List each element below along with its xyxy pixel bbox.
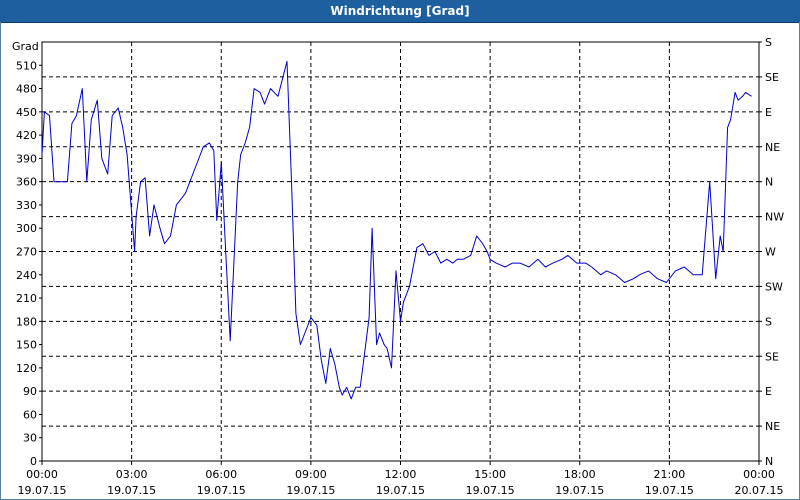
y-tick-label: 60 <box>23 408 37 421</box>
x-tick-time: 06:00 <box>205 468 237 481</box>
direction-tick-labels: N NE E SE S SW W NW N NE E SE S <box>759 36 784 468</box>
direction-tick-label: SE <box>765 71 779 84</box>
x-tick-date: 19.07.15 <box>18 484 67 497</box>
y-tick-label: 180 <box>16 315 37 328</box>
y-tick-labels: 0 30 60 90 120 150 180 210 240 270 300 330 360 390 420… <box>16 59 42 468</box>
direction-tick-label: S <box>765 315 772 328</box>
y-tick-label: 0 <box>30 455 37 468</box>
y-tick-label: 300 <box>16 222 37 235</box>
x-tick-date: 19.07.15 <box>107 484 156 497</box>
x-tick-date: 19.07.15 <box>376 484 425 497</box>
x-tick-time: 12:00 <box>385 468 417 481</box>
direction-tick-label: N <box>765 455 773 468</box>
y-tick-label: 480 <box>16 83 37 96</box>
direction-tick-label: NE <box>765 420 780 433</box>
y-axis-label: Grad <box>12 40 39 53</box>
y-tick-label: 390 <box>16 152 37 165</box>
x-tick-date: 19.07.15 <box>286 484 335 497</box>
direction-tick-label: E <box>765 106 772 119</box>
x-tick-date: 19.07.15 <box>197 484 246 497</box>
y-tick-label: 450 <box>16 106 37 119</box>
x-tick-time: 03:00 <box>116 468 148 481</box>
direction-tick-label: SW <box>765 280 783 293</box>
x-tick-date: 19.07.15 <box>555 484 604 497</box>
direction-tick-label: NW <box>765 211 784 224</box>
x-tick-time: 15:00 <box>474 468 506 481</box>
y-tick-label: 360 <box>16 176 37 189</box>
x-tick-labels: 00:00 19.07.15 03:00 19.07.15 06:00 19.07.15 0… <box>18 461 784 497</box>
y-tick-label: 240 <box>16 269 37 282</box>
y-tick-label: 270 <box>16 246 37 259</box>
y-tick-label: 330 <box>16 199 37 212</box>
direction-tick-label: S <box>765 36 772 49</box>
x-tick-time: 09:00 <box>295 468 327 481</box>
x-tick-time: 21:00 <box>654 468 686 481</box>
y-tick-label: 90 <box>23 385 37 398</box>
y-tick-label: 120 <box>16 362 37 375</box>
direction-tick-label: NE <box>765 141 780 154</box>
direction-tick-label: W <box>765 246 776 259</box>
y-tick-label: 510 <box>16 59 37 72</box>
y-tick-label: 210 <box>16 292 37 305</box>
x-tick-date: 20.07.15 <box>735 484 784 497</box>
chart-window: Windrichtung [Grad] Grad 0 30 60 90 120 150 18… <box>0 0 800 500</box>
y-tick-label: 30 <box>23 432 37 445</box>
direction-tick-label: E <box>765 385 772 398</box>
x-tick-date: 19.07.15 <box>466 484 515 497</box>
direction-tick-label: N <box>765 176 773 189</box>
x-tick-time: 18:00 <box>564 468 596 481</box>
direction-tick-label: SE <box>765 350 779 363</box>
y-tick-label: 420 <box>16 129 37 142</box>
x-tick-time: 00:00 <box>26 468 58 481</box>
y-tick-label: 150 <box>16 339 37 352</box>
x-tick-date: 19.07.15 <box>645 484 694 497</box>
line-chart: Grad 0 30 60 90 120 150 180 210 240 270 300 330 360 3… <box>12 36 784 497</box>
x-tick-time: 00:00 <box>743 468 775 481</box>
